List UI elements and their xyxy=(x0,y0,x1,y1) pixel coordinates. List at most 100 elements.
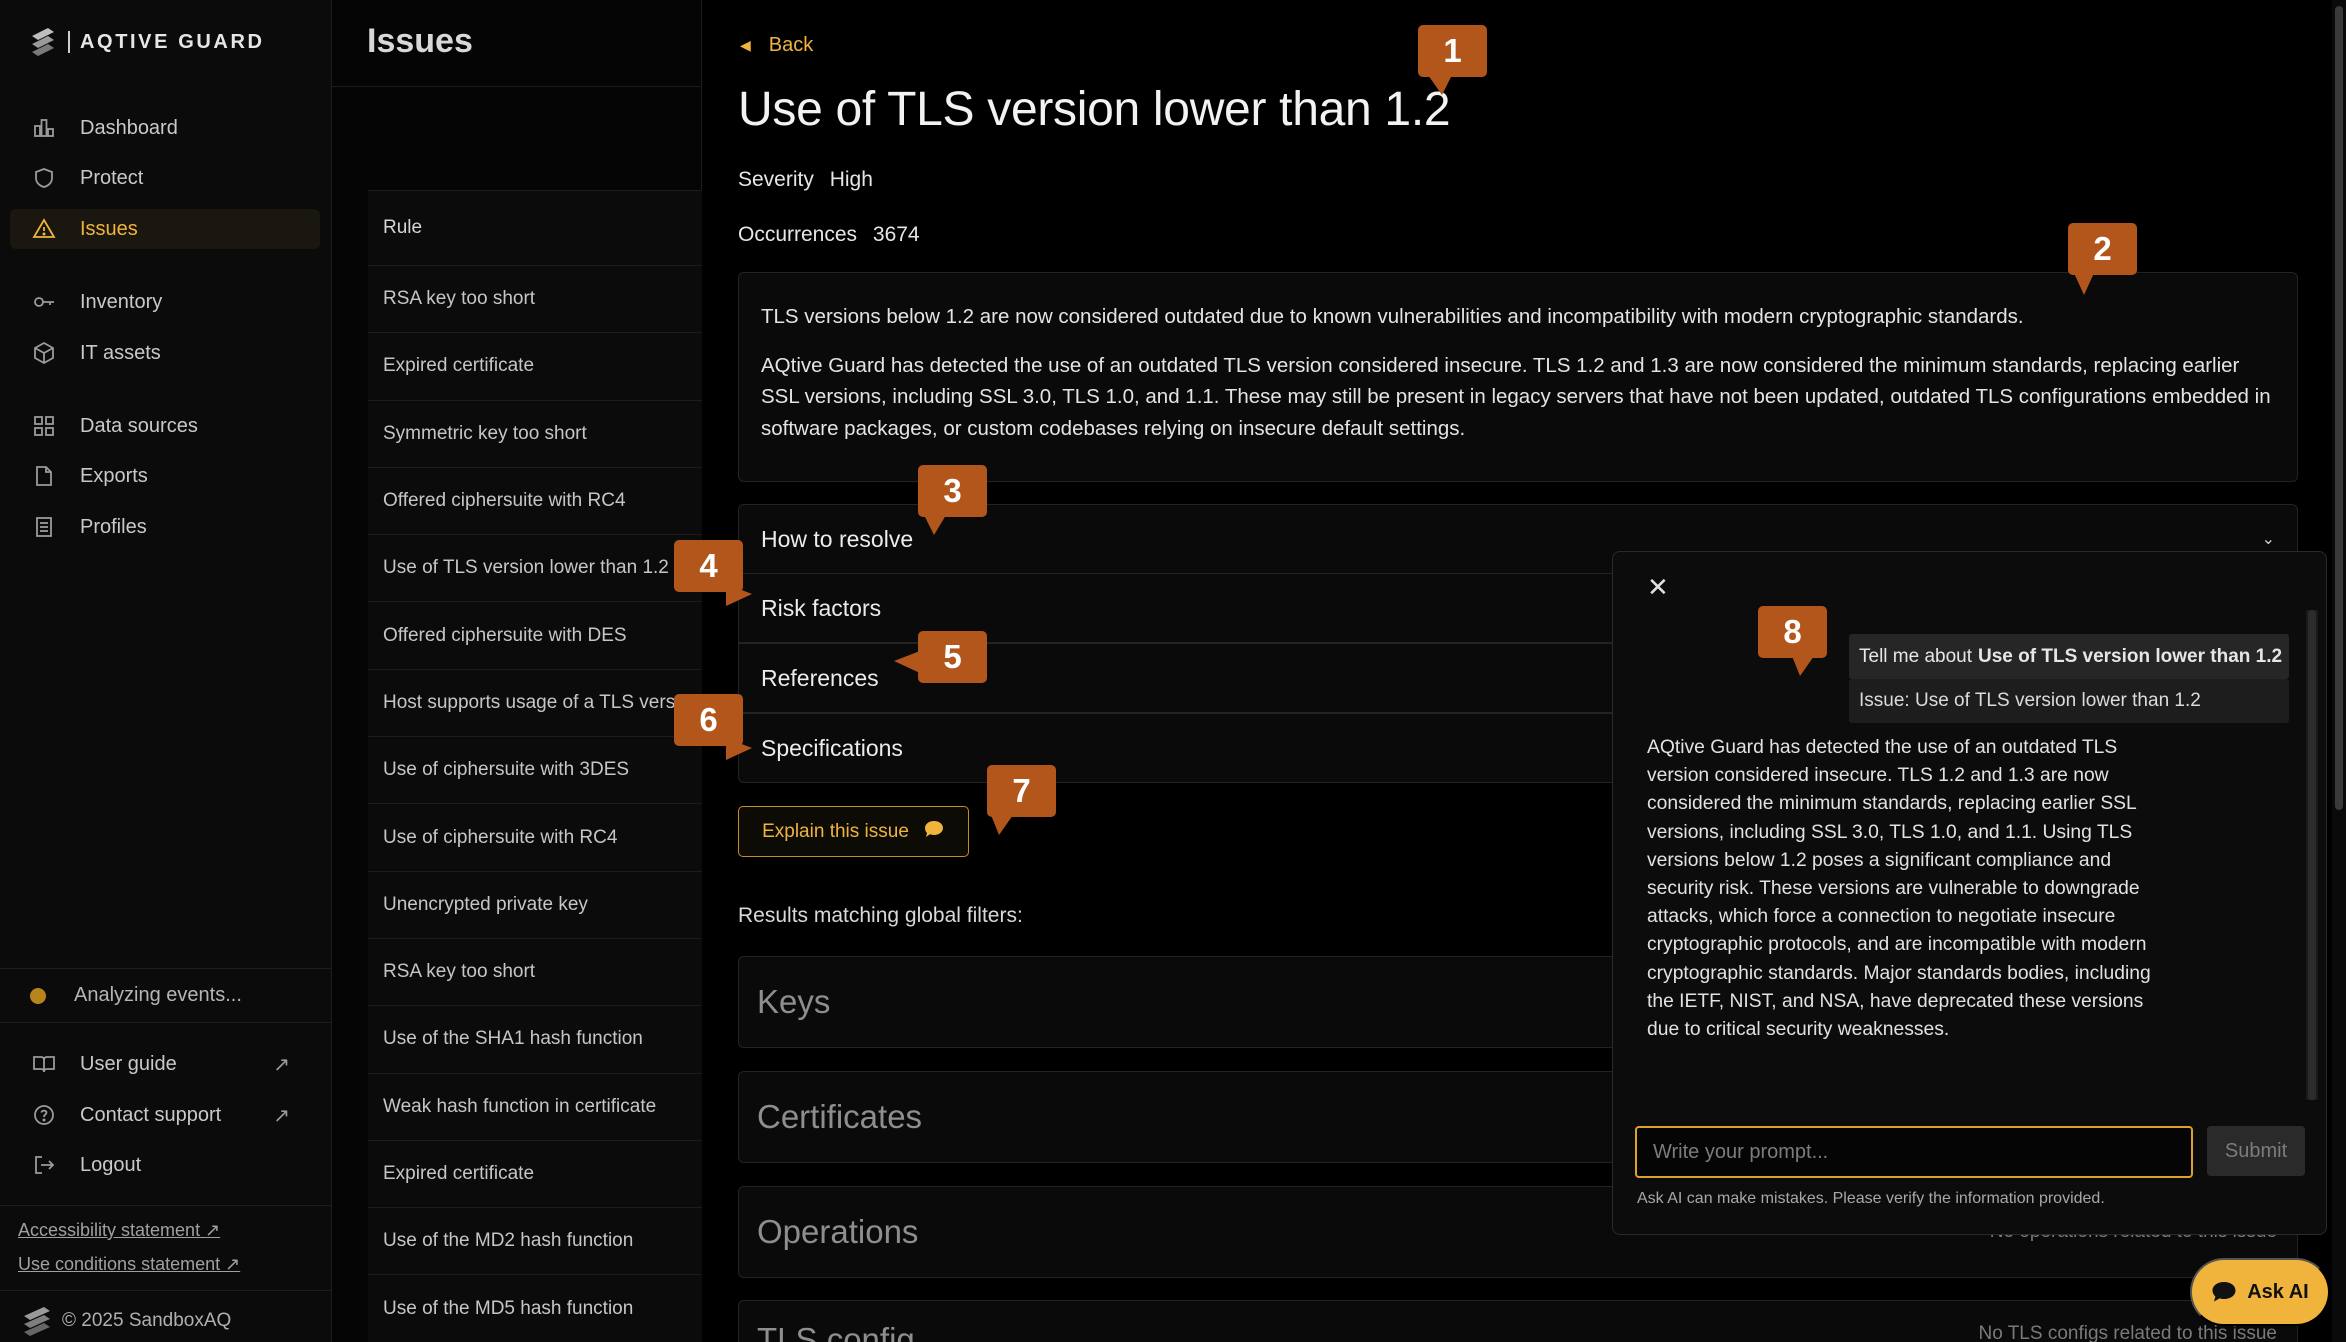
export-icon xyxy=(36,466,52,486)
sidebar-item-label: Inventory xyxy=(80,290,163,313)
callout-number: 1 xyxy=(1418,25,1487,77)
sidebar-item-exports[interactable]: Exports xyxy=(10,456,320,496)
sidebar-item-label: Exports xyxy=(80,464,148,487)
accordion-label: References xyxy=(761,664,879,691)
callout-badge: 6 xyxy=(674,694,752,760)
callout-pointer xyxy=(726,738,752,760)
results-title: Operations xyxy=(757,1213,919,1250)
analyzing-status-text: Analyzing events... xyxy=(74,984,242,1006)
ai-chat-panel: ✕ Tell me about Use of TLS version lower… xyxy=(1612,551,2327,1235)
key-icon xyxy=(34,297,54,307)
sidebar-item-label: User guide xyxy=(80,1052,177,1075)
table-row[interactable]: RSA key too short xyxy=(368,937,702,1006)
callout-pointer xyxy=(991,815,1013,835)
results-title: TLS config xyxy=(757,1321,915,1342)
ask-ai-button[interactable]: Ask AI xyxy=(2190,1258,2330,1326)
callout-number: 8 xyxy=(1758,606,1827,658)
scrollbar-thumb[interactable] xyxy=(2335,6,2343,810)
sidebar-item-label: Contact support xyxy=(80,1103,222,1126)
warning-icon xyxy=(32,218,56,238)
chat-scrollbar[interactable] xyxy=(2306,610,2318,1100)
sidebar-item-issues[interactable]: Issues xyxy=(10,209,320,249)
rule-table: Rule RSA key too short Expired certifica… xyxy=(368,190,702,1342)
page-scrollbar[interactable] xyxy=(2332,0,2346,1342)
ai-disclaimer: Ask AI can make mistakes. Please verify … xyxy=(1637,1190,2105,1207)
page-title: Issues xyxy=(367,22,473,60)
table-row[interactable]: RSA key too short xyxy=(368,265,702,333)
occurrences: Occurrences 3674 xyxy=(738,223,920,247)
sidebar-item-label: Issues xyxy=(80,217,138,240)
shield-icon xyxy=(35,168,53,188)
table-row[interactable]: Offered ciphersuite with DES xyxy=(368,601,702,669)
sidebar-item-inventory[interactable]: Inventory xyxy=(10,282,320,322)
caret-left-icon: ◀ xyxy=(740,37,751,53)
prompt-input[interactable] xyxy=(1635,1126,2193,1178)
explain-issue-button[interactable]: Explain this issue xyxy=(738,806,969,857)
callout-pointer xyxy=(2074,273,2094,295)
book-icon xyxy=(33,1056,55,1073)
table-row[interactable]: Offered ciphersuite with RC4 xyxy=(368,466,702,535)
copyright-text: © 2025 SandboxAQ xyxy=(62,1310,232,1331)
chat-bubble-icon xyxy=(923,819,945,845)
table-row[interactable]: Use of the MD2 hash function xyxy=(368,1207,702,1275)
submit-button[interactable]: Submit xyxy=(2207,1126,2305,1176)
accessibility-statement-link[interactable]: Accessibility statement ↗ xyxy=(18,1220,220,1241)
accordion-label: How to resolve xyxy=(761,525,914,552)
callout-pointer xyxy=(924,515,946,535)
column-header-rule[interactable]: Rule xyxy=(368,190,702,265)
sidebar-item-dashboard[interactable]: Dashboard xyxy=(10,108,320,148)
sidebar-item-label: Data sources xyxy=(80,414,198,437)
table-row[interactable]: Expired certificate xyxy=(368,1139,702,1208)
profile-icon xyxy=(36,517,52,537)
callout-number: 5 xyxy=(918,631,987,683)
severity-label: Severity xyxy=(738,168,814,191)
close-icon[interactable]: ✕ xyxy=(1647,572,1669,603)
chat-bubble-icon xyxy=(2212,1282,2236,1302)
issue-title: Use of TLS version lower than 1.2 xyxy=(738,83,1451,136)
results-tls-config[interactable]: TLS config No TLS configs related to thi… xyxy=(738,1300,2298,1342)
accordion-label: Risk factors xyxy=(761,594,882,621)
grid-icon xyxy=(34,416,54,436)
sidebar-item-data-sources[interactable]: Data sources xyxy=(10,406,320,446)
sidebar-item-profiles[interactable]: Profiles xyxy=(10,507,320,547)
table-row[interactable]: Use of ciphersuite with 3DES xyxy=(368,736,702,804)
back-link[interactable]: ◀ Back xyxy=(740,34,813,57)
table-row[interactable]: Unencrypted private key xyxy=(368,870,702,938)
table-row[interactable]: Symmetric key too short xyxy=(368,399,702,467)
sidebar: AQTIVE GUARD Dashboard Protect Issues In… xyxy=(0,0,332,1342)
callout-badge: 7 xyxy=(987,765,1056,835)
occurrences-value: 3674 xyxy=(872,223,920,246)
divider xyxy=(332,86,702,87)
sidebar-item-label: Logout xyxy=(80,1153,142,1176)
sidebar-item-it-assets[interactable]: IT assets xyxy=(10,333,320,373)
table-row[interactable]: Host supports usage of a TLS vers xyxy=(368,668,702,737)
table-row[interactable]: Use of ciphersuite with RC4 xyxy=(368,803,702,871)
sidebar-item-user-guide[interactable]: User guide ↗ xyxy=(10,1044,320,1084)
table-row[interactable]: Weak hash function in certificate xyxy=(368,1072,702,1140)
external-link-icon: ↗ xyxy=(273,1104,290,1127)
results-title: Keys xyxy=(757,983,831,1020)
explain-issue-label: Explain this issue xyxy=(762,820,909,842)
user-message-prefix: Tell me about xyxy=(1859,645,1973,667)
table-row[interactable]: Expired certificate xyxy=(368,332,702,400)
callout-number: 7 xyxy=(987,765,1056,817)
sidebar-divider xyxy=(0,1205,332,1206)
external-link-icon: ↗ xyxy=(273,1053,290,1076)
scrollbar-thumb[interactable] xyxy=(2308,610,2316,1100)
user-message-issue: Use of TLS version lower than 1.2 xyxy=(1978,645,2283,667)
table-row[interactable]: Use of the MD5 hash function xyxy=(368,1274,702,1342)
sidebar-divider xyxy=(0,968,332,969)
callout-number: 3 xyxy=(918,465,987,517)
chart-icon xyxy=(34,119,54,137)
brand[interactable]: AQTIVE GUARD xyxy=(28,26,265,58)
back-label: Back xyxy=(768,34,814,56)
sidebar-item-protect[interactable]: Protect xyxy=(10,158,320,198)
description-summary: TLS versions below 1.2 are now considere… xyxy=(761,305,2024,328)
use-conditions-link[interactable]: Use conditions statement ↗ xyxy=(18,1254,240,1275)
sidebar-item-logout[interactable]: Logout xyxy=(10,1145,320,1185)
table-row[interactable]: Use of the SHA1 hash function xyxy=(368,1005,702,1073)
results-title: Certificates xyxy=(757,1098,923,1135)
table-row[interactable]: Use of TLS version lower than 1.2 xyxy=(368,534,702,602)
sidebar-item-contact-support[interactable]: Contact support ↗ xyxy=(10,1095,320,1135)
results-label: Results matching global filters: xyxy=(738,904,1023,927)
